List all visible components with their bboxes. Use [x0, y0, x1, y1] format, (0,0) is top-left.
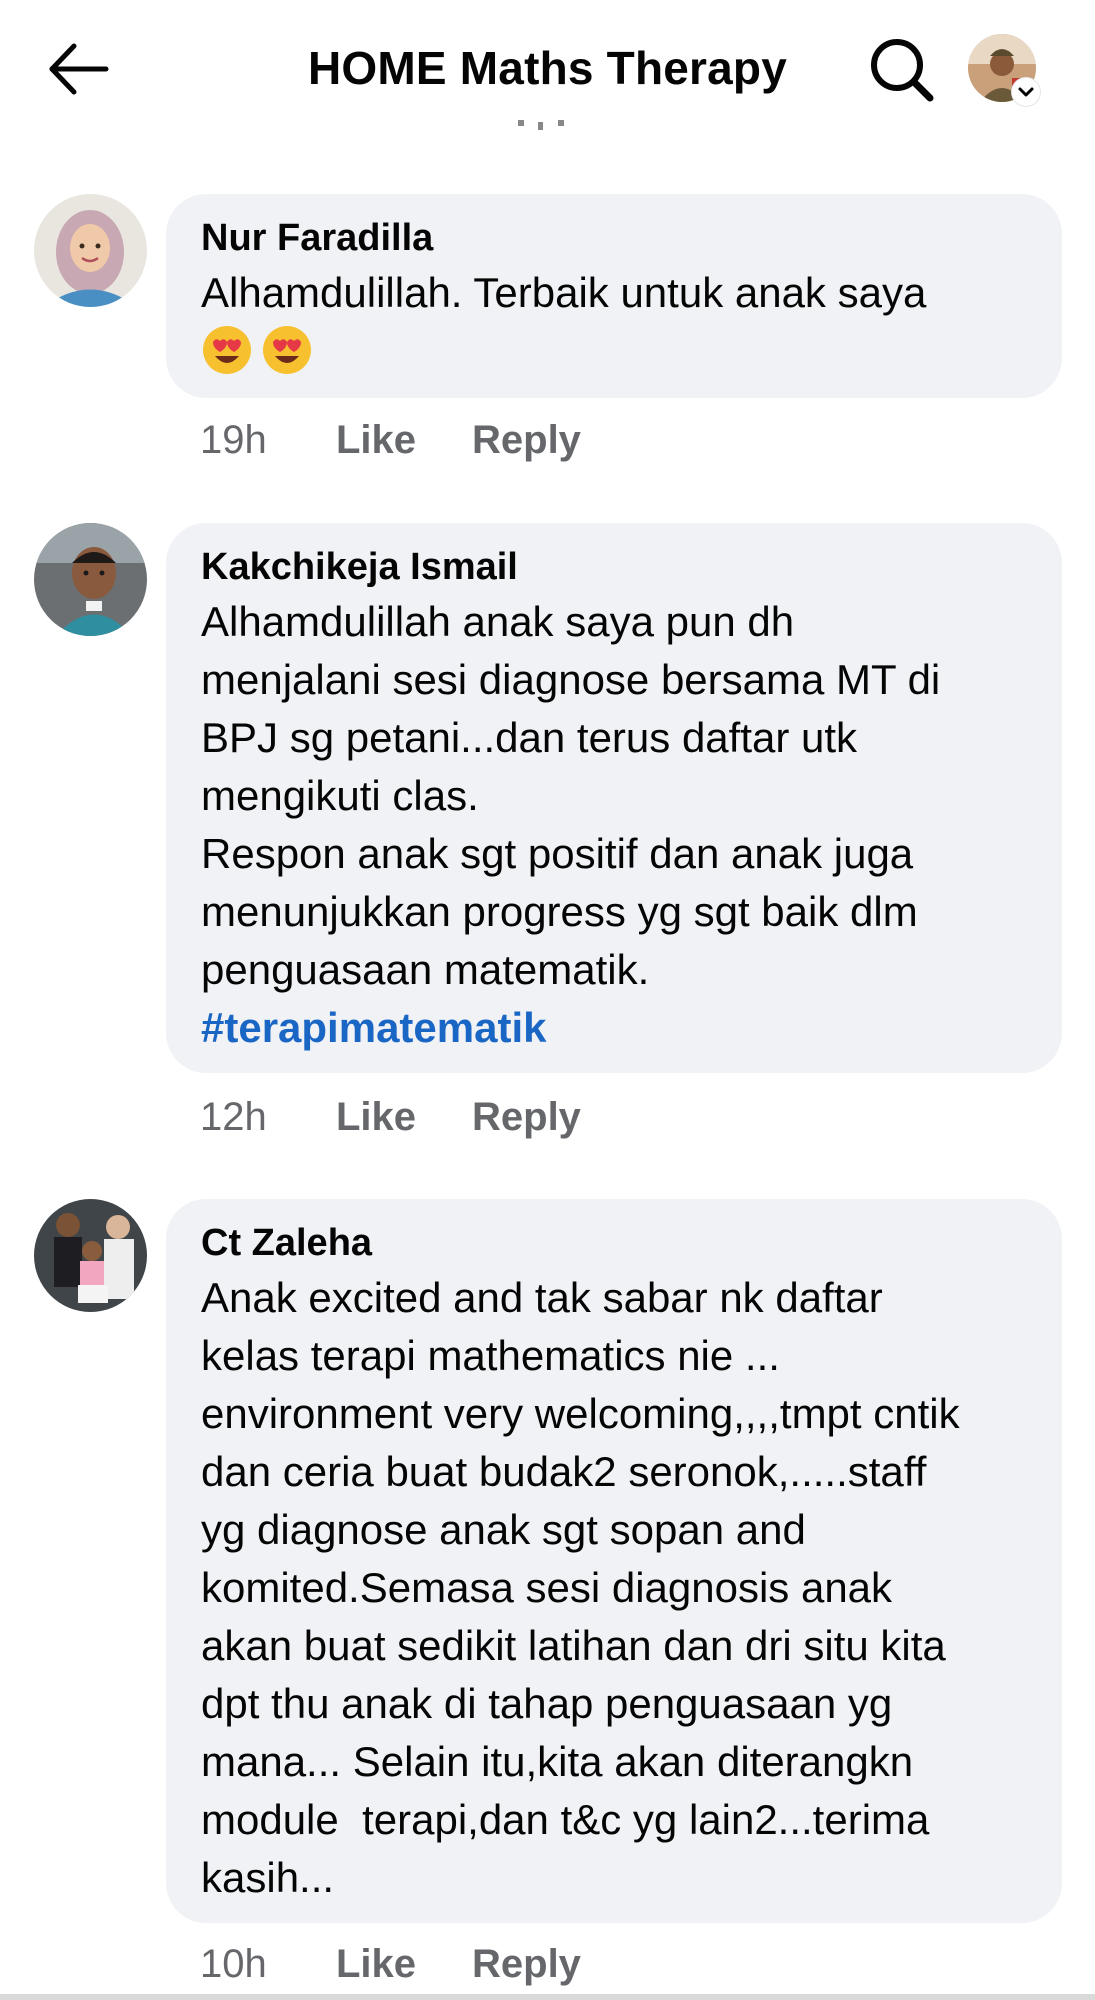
heart-eyes-emoji-icon: [263, 326, 312, 374]
comment-bubble: Nur Faradilla Alhamdulillah. Terbaik unt…: [166, 194, 1062, 398]
avatar[interactable]: [34, 194, 147, 307]
arrow-left-icon: [49, 43, 109, 95]
emoji-row: [201, 324, 1028, 382]
back-button[interactable]: [44, 38, 114, 100]
chevron-down-icon: [1012, 78, 1040, 106]
comment-timestamp[interactable]: 10h: [200, 1939, 267, 1989]
bottom-edge: [0, 1994, 1095, 2000]
comment-text: Anak excited and tak sabar nk daftar kel…: [201, 1274, 960, 1901]
hashtag-link[interactable]: #terapimatematik: [201, 999, 1028, 1057]
comment-text: Alhamdulillah. Terbaik untuk anak saya: [201, 269, 927, 316]
like-button[interactable]: Like: [336, 1092, 416, 1142]
comment: Ct Zaleha Anak excited and tak sabar nk …: [0, 1199, 1095, 1994]
avatar[interactable]: [34, 1199, 147, 1312]
search-button[interactable]: [866, 34, 936, 104]
comments-page: HOME Maths Therapy Nur Faradilla Alhamdu…: [0, 0, 1095, 2000]
comment: Nur Faradilla Alhamdulillah. Terbaik unt…: [0, 194, 1095, 494]
top-bar: HOME Maths Therapy: [0, 0, 1095, 140]
previous-content-fragment: [518, 120, 564, 130]
comment: Kakchikeja Ismail Alhamdulillah anak say…: [0, 523, 1095, 1143]
like-button[interactable]: Like: [336, 415, 416, 465]
comment-bubble: Ct Zaleha Anak excited and tak sabar nk …: [166, 1199, 1062, 1923]
reply-button[interactable]: Reply: [472, 1092, 581, 1142]
comment-bubble: Kakchikeja Ismail Alhamdulillah anak say…: [166, 523, 1062, 1073]
comment-text: Alhamdulillah anak saya pun dh menjalani…: [201, 598, 941, 993]
comment-timestamp[interactable]: 12h: [200, 1092, 267, 1142]
comment-timestamp[interactable]: 19h: [200, 415, 267, 465]
reply-button[interactable]: Reply: [472, 415, 581, 465]
comment-author[interactable]: Kakchikeja Ismail: [201, 541, 1028, 593]
comment-author[interactable]: Ct Zaleha: [201, 1217, 1028, 1269]
reply-button[interactable]: Reply: [472, 1939, 581, 1989]
heart-eyes-emoji-icon: [203, 326, 251, 374]
like-button[interactable]: Like: [336, 1939, 416, 1989]
profile-menu-button[interactable]: [968, 34, 1040, 106]
search-icon: [871, 39, 934, 102]
comment-author[interactable]: Nur Faradilla: [201, 212, 1028, 264]
avatar[interactable]: [34, 523, 147, 636]
